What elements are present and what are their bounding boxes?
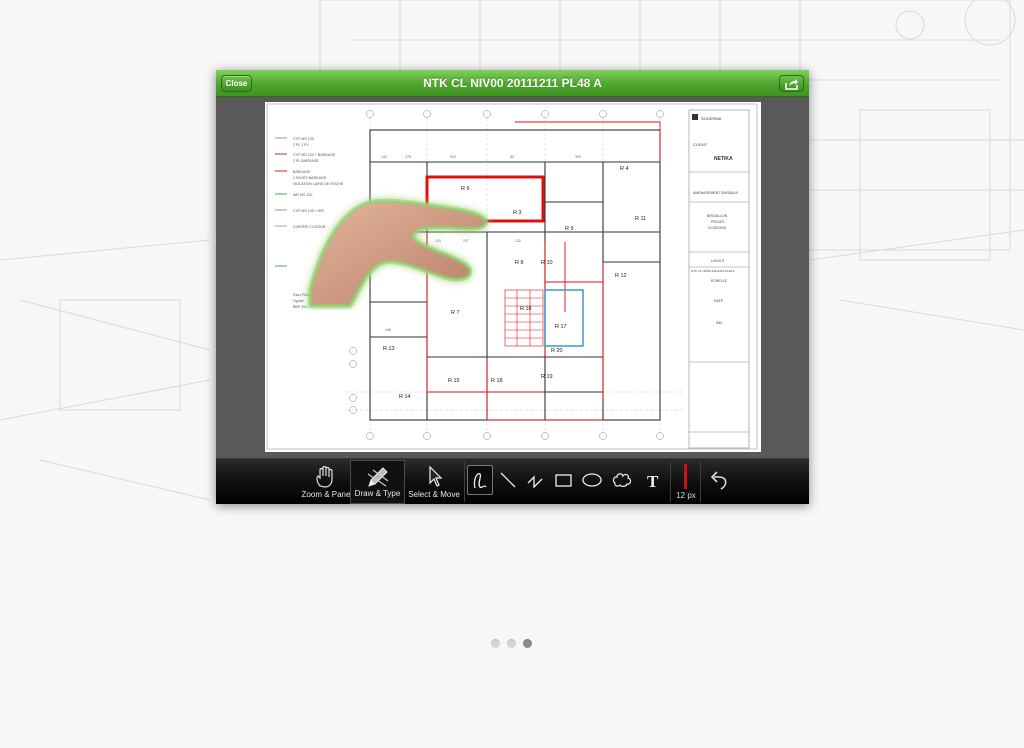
- svg-text:R 19: R 19: [541, 374, 553, 380]
- cloud-icon: [612, 473, 632, 487]
- svg-text:ISOLATION LAINE DE ROCHE: ISOLATION LAINE DE ROCHE: [293, 182, 344, 186]
- svg-text:523: 523: [450, 155, 456, 159]
- close-button[interactable]: Close: [221, 75, 252, 92]
- svg-text:89: 89: [510, 155, 514, 159]
- svg-text:2 FACES BARDAGE: 2 FACES BARDAGE: [293, 176, 327, 180]
- undo-icon: [710, 471, 727, 490]
- undo-button[interactable]: [706, 465, 732, 495]
- title-bar: Close NTK CL NIV00 20111211 PL48 A: [216, 70, 809, 97]
- tb-client: CLIENT: [693, 142, 708, 147]
- ellipse-icon: [582, 473, 602, 487]
- hand-icon: [316, 466, 333, 488]
- svg-text:106: 106: [385, 328, 391, 332]
- hand-gesture-illustration: [308, 198, 488, 308]
- svg-text:390: 390: [575, 155, 581, 159]
- select-move-button[interactable]: Select & Move: [406, 460, 462, 504]
- svg-text:R 14: R 14: [399, 394, 411, 400]
- separator: [670, 462, 671, 502]
- svg-text:SOGERMA: SOGERMA: [701, 116, 722, 121]
- svg-text:R 18: R 18: [491, 378, 503, 384]
- title-block: SOGERMA CLIENT NETIKA AMENAGEMENT BUREAU…: [688, 109, 750, 449]
- tb-date: DATE: [714, 299, 724, 303]
- rectangle-icon: [555, 474, 572, 487]
- polyline-icon: [527, 475, 543, 489]
- select-move-label: Select & Move: [408, 490, 460, 499]
- polyline-tool[interactable]: [522, 465, 548, 495]
- svg-text:R 10: R 10: [541, 260, 553, 266]
- page-dot[interactable]: [507, 639, 516, 648]
- share-icon: [785, 79, 798, 90]
- line-icon: [500, 472, 516, 488]
- svg-text:CYP MS 100: CYP MS 100: [293, 137, 314, 141]
- rectangle-tool[interactable]: [550, 465, 576, 495]
- arrow-cursor-icon: [429, 466, 443, 487]
- draw-type-button[interactable]: Draw & Type: [350, 460, 405, 504]
- text-tool[interactable]: T: [641, 465, 667, 495]
- svg-text:R 20: R 20: [551, 348, 563, 354]
- text-icon: T: [647, 472, 659, 491]
- svg-text:R 3: R 3: [513, 210, 522, 216]
- svg-text:R 17: R 17: [555, 324, 567, 330]
- svg-text:R 12: R 12: [615, 273, 627, 279]
- separator: [464, 462, 465, 502]
- stroke-color-swatch[interactable]: [684, 464, 687, 489]
- stroke-size-label[interactable]: 12 px: [676, 491, 696, 500]
- svg-text:BARDAGE: BARDAGE: [293, 170, 311, 174]
- svg-text:R 7: R 7: [451, 310, 460, 316]
- tb-netika: NETIKA: [714, 156, 733, 162]
- svg-text:278: 278: [405, 155, 411, 159]
- svg-text:R 8: R 8: [515, 260, 524, 266]
- annotation-toolbar: Zoom & Pane Draw & Type Select & Move T …: [216, 458, 809, 504]
- pencil-icon: [367, 467, 388, 487]
- svg-text:CYP MS 100 + BARDAGE: CYP MS 100 + BARDAGE: [293, 153, 336, 157]
- tb-amenagement: AMENAGEMENT BUREAUX: [693, 191, 739, 195]
- page-dot-active[interactable]: [523, 639, 532, 648]
- tb-ind: IND: [716, 321, 723, 325]
- freehand-icon: [473, 473, 487, 489]
- svg-text:132: 132: [515, 239, 521, 243]
- tb-brouillon: BROUILLON: [707, 214, 728, 218]
- page-indicator: [491, 639, 533, 649]
- svg-text:R 16: R 16: [520, 306, 532, 312]
- svg-text:R 4: R 4: [620, 166, 629, 172]
- blue-markup: [544, 289, 584, 347]
- document-title: NTK CL NIV00 20111211 PL48 A: [423, 76, 602, 90]
- tb-echelle: ECHELLE: [711, 279, 728, 283]
- svg-text:T: T: [647, 472, 659, 491]
- line-tool[interactable]: [495, 465, 521, 495]
- tb-cloisons: CLOISONS: [708, 226, 727, 230]
- svg-text:2 PL 1 PL: 2 PL 1 PL: [293, 143, 309, 147]
- svg-text:142: 142: [381, 155, 387, 159]
- svg-text:R 11: R 11: [635, 216, 646, 222]
- freehand-tool[interactable]: [467, 465, 493, 495]
- page-dot[interactable]: [491, 639, 500, 648]
- svg-text:R 9: R 9: [565, 226, 574, 232]
- ellipse-tool[interactable]: [579, 465, 605, 495]
- share-button[interactable]: [779, 75, 804, 92]
- cloud-tool[interactable]: [608, 465, 634, 495]
- zoom-pane-button[interactable]: Zoom & Pane: [298, 460, 354, 504]
- zoom-pane-label: Zoom & Pane: [301, 490, 351, 499]
- separator: [700, 462, 701, 502]
- tb-projet: PROJET: [711, 220, 726, 224]
- svg-text:R 13: R 13: [383, 346, 395, 352]
- tb-layout: LAYOUT: [711, 259, 726, 263]
- tb-ref: NTK CL NIV00 20111211 PL48 A: [691, 269, 735, 273]
- svg-text:2 PL BARDAGE: 2 PL BARDAGE: [293, 159, 319, 163]
- draw-type-label: Draw & Type: [354, 489, 401, 498]
- svg-text:R 15: R 15: [448, 378, 460, 384]
